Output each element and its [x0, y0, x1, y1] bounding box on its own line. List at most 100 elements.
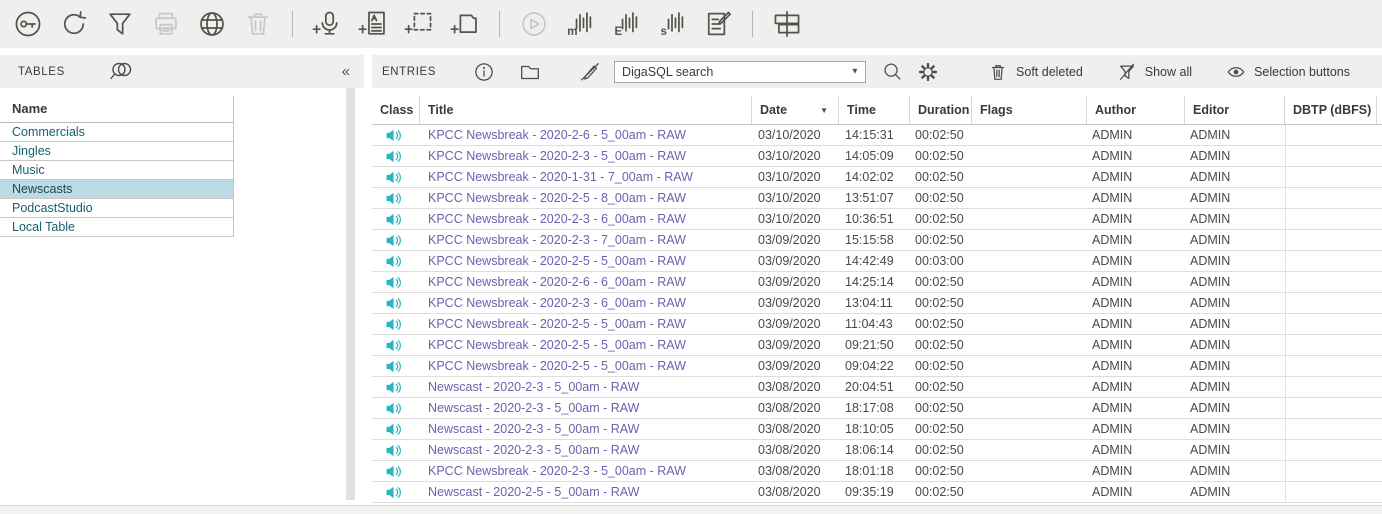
- sidebar-table-item[interactable]: Local Table: [0, 218, 233, 237]
- waveform-e-icon[interactable]: E: [611, 9, 641, 39]
- column-header[interactable]: Title: [420, 96, 752, 124]
- cell-title[interactable]: KPCC Newsbreak - 2020-2-5 - 5_00am - RAW: [420, 335, 752, 355]
- entry-row[interactable]: KPCC Newsbreak - 2020-2-3 - 6_00am - RAW…: [372, 209, 1382, 230]
- cell-title[interactable]: Newscast - 2020-2-3 - 5_00am - RAW: [420, 398, 752, 418]
- sidebar-table-item[interactable]: PodcastStudio: [0, 199, 233, 218]
- entry-row[interactable]: KPCC Newsbreak - 2020-2-6 - 6_00am - RAW…: [372, 272, 1382, 293]
- add-text-icon[interactable]: [358, 9, 388, 39]
- entry-row[interactable]: KPCC Newsbreak - 2020-2-5 - 5_00am - RAW…: [372, 314, 1382, 335]
- audio-class-icon[interactable]: [386, 213, 401, 226]
- trash-icon[interactable]: [243, 9, 273, 39]
- column-header[interactable]: Time: [839, 96, 910, 124]
- audio-class-icon[interactable]: [386, 444, 401, 457]
- audio-class-icon[interactable]: [386, 297, 401, 310]
- entry-row[interactable]: Newscast - 2020-2-5 - 5_00am - RAW 03/08…: [372, 482, 1382, 503]
- audio-class-icon[interactable]: [386, 129, 401, 142]
- table-search-icon[interactable]: [107, 60, 133, 84]
- audio-class-icon[interactable]: [386, 339, 401, 352]
- column-header[interactable]: Flags: [972, 96, 1087, 124]
- audio-class-icon[interactable]: [386, 150, 401, 163]
- entry-row[interactable]: KPCC Newsbreak - 2020-1-31 - 7_00am - RA…: [372, 167, 1382, 188]
- edit-document-icon[interactable]: [703, 9, 733, 39]
- filter-icon[interactable]: [105, 9, 135, 39]
- audio-class-icon[interactable]: [386, 423, 401, 436]
- sidebar-table-item[interactable]: Music: [0, 161, 233, 180]
- waveform-s-icon[interactable]: s: [657, 9, 687, 39]
- column-header[interactable]: DBTP (dBFS): [1285, 96, 1377, 124]
- cell-title[interactable]: KPCC Newsbreak - 2020-2-5 - 5_00am - RAW: [420, 251, 752, 271]
- cell-title[interactable]: KPCC Newsbreak - 2020-2-3 - 7_00am - RAW: [420, 230, 752, 250]
- audio-class-icon[interactable]: [386, 276, 401, 289]
- add-audio-icon[interactable]: [312, 9, 342, 39]
- show-all-button[interactable]: Show all: [1117, 62, 1192, 82]
- tables-scrollbar[interactable]: [346, 88, 355, 500]
- folder-icon[interactable]: [518, 60, 542, 84]
- audio-class-icon[interactable]: [386, 360, 401, 373]
- entry-row[interactable]: Newscast - 2020-2-3 - 5_00am - RAW 03/08…: [372, 377, 1382, 398]
- collapse-panel-icon[interactable]: «: [342, 63, 350, 80]
- entry-row[interactable]: Newscast - 2020-2-3 - 5_00am - RAW 03/08…: [372, 419, 1382, 440]
- audio-class-icon[interactable]: [386, 486, 401, 499]
- cell-title[interactable]: KPCC Newsbreak - 2020-2-5 - 5_00am - RAW: [420, 356, 752, 376]
- print-icon[interactable]: [151, 9, 181, 39]
- entry-row[interactable]: Newscast - 2020-2-3 - 5_00am - RAW 03/08…: [372, 440, 1382, 461]
- soft-deleted-button[interactable]: Soft deleted: [988, 62, 1083, 82]
- cell-title[interactable]: Newscast - 2020-2-3 - 5_00am - RAW: [420, 440, 752, 460]
- entry-row[interactable]: KPCC Newsbreak - 2020-2-6 - 5_00am - RAW…: [372, 125, 1382, 146]
- entry-row[interactable]: KPCC Newsbreak - 2020-2-3 - 5_00am - RAW…: [372, 146, 1382, 167]
- entry-row[interactable]: KPCC Newsbreak - 2020-2-5 - 5_00am - RAW…: [372, 335, 1382, 356]
- audio-class-icon[interactable]: [386, 402, 401, 415]
- column-header[interactable]: Class: [372, 96, 420, 124]
- audio-class-icon[interactable]: [386, 381, 401, 394]
- cell-title[interactable]: KPCC Newsbreak - 2020-2-3 - 6_00am - RAW: [420, 293, 752, 313]
- column-header[interactable]: Date ▼: [752, 96, 839, 124]
- cell-title[interactable]: KPCC Newsbreak - 2020-1-31 - 7_00am - RA…: [420, 167, 752, 187]
- cell-title[interactable]: KPCC Newsbreak - 2020-2-5 - 5_00am - RAW: [420, 314, 752, 334]
- digasql-search-input[interactable]: [615, 65, 845, 79]
- selection-buttons-toggle[interactable]: Selection buttons: [1226, 62, 1350, 82]
- sidebar-table-item[interactable]: Jingles: [0, 142, 233, 161]
- name-column-header[interactable]: Name: [0, 96, 233, 123]
- cell-title[interactable]: KPCC Newsbreak - 2020-2-5 - 8_00am - RAW: [420, 188, 752, 208]
- entry-row[interactable]: KPCC Newsbreak - 2020-2-3 - 5_00am - RAW…: [372, 461, 1382, 482]
- waveform-m-icon[interactable]: m: [565, 9, 595, 39]
- column-header[interactable]: Editor: [1185, 96, 1285, 124]
- crossfade-icon[interactable]: [772, 9, 802, 39]
- cell-title[interactable]: KPCC Newsbreak - 2020-2-3 - 5_00am - RAW: [420, 146, 752, 166]
- cell-title[interactable]: Newscast - 2020-2-5 - 5_00am - RAW: [420, 482, 752, 502]
- entry-row[interactable]: KPCC Newsbreak - 2020-2-3 - 6_00am - RAW…: [372, 293, 1382, 314]
- audio-class-icon[interactable]: [386, 192, 401, 205]
- cell-title[interactable]: KPCC Newsbreak - 2020-2-3 - 5_00am - RAW: [420, 461, 752, 481]
- cell-title[interactable]: Newscast - 2020-2-3 - 5_00am - RAW: [420, 377, 752, 397]
- audio-class-icon[interactable]: [386, 171, 401, 184]
- audio-class-icon[interactable]: [386, 318, 401, 331]
- entry-row[interactable]: KPCC Newsbreak - 2020-2-5 - 5_00am - RAW…: [372, 356, 1382, 377]
- key-icon[interactable]: [13, 9, 43, 39]
- info-icon[interactable]: [472, 60, 496, 84]
- column-header[interactable]: Duration: [910, 96, 972, 124]
- entry-row[interactable]: KPCC Newsbreak - 2020-2-5 - 8_00am - RAW…: [372, 188, 1382, 209]
- search-icon[interactable]: [880, 60, 904, 84]
- play-icon[interactable]: [519, 9, 549, 39]
- cell-title[interactable]: Newscast - 2020-2-3 - 5_00am - RAW: [420, 419, 752, 439]
- clear-search-icon[interactable]: [578, 60, 602, 84]
- combobox-dropdown-icon[interactable]: ▾: [845, 66, 865, 77]
- bottom-scrollbar-track[interactable]: [0, 505, 1382, 514]
- column-header[interactable]: Author: [1087, 96, 1185, 124]
- cell-title[interactable]: KPCC Newsbreak - 2020-2-6 - 5_00am - RAW: [420, 125, 752, 145]
- globe-icon[interactable]: [197, 9, 227, 39]
- cell-title[interactable]: KPCC Newsbreak - 2020-2-3 - 6_00am - RAW: [420, 209, 752, 229]
- add-selection-icon[interactable]: [404, 9, 434, 39]
- column-header[interactable]: I: [1377, 96, 1382, 124]
- entry-row[interactable]: KPCC Newsbreak - 2020-2-5 - 5_00am - RAW…: [372, 251, 1382, 272]
- gear-icon[interactable]: [916, 60, 940, 84]
- sidebar-table-item[interactable]: Commercials: [0, 123, 233, 142]
- add-folder-icon[interactable]: [450, 9, 480, 39]
- entry-row[interactable]: KPCC Newsbreak - 2020-2-3 - 7_00am - RAW…: [372, 230, 1382, 251]
- audio-class-icon[interactable]: [386, 234, 401, 247]
- refresh-icon[interactable]: [59, 9, 89, 39]
- audio-class-icon[interactable]: [386, 255, 401, 268]
- sidebar-table-item[interactable]: Newscasts: [0, 180, 233, 199]
- cell-title[interactable]: KPCC Newsbreak - 2020-2-6 - 6_00am - RAW: [420, 272, 752, 292]
- audio-class-icon[interactable]: [386, 465, 401, 478]
